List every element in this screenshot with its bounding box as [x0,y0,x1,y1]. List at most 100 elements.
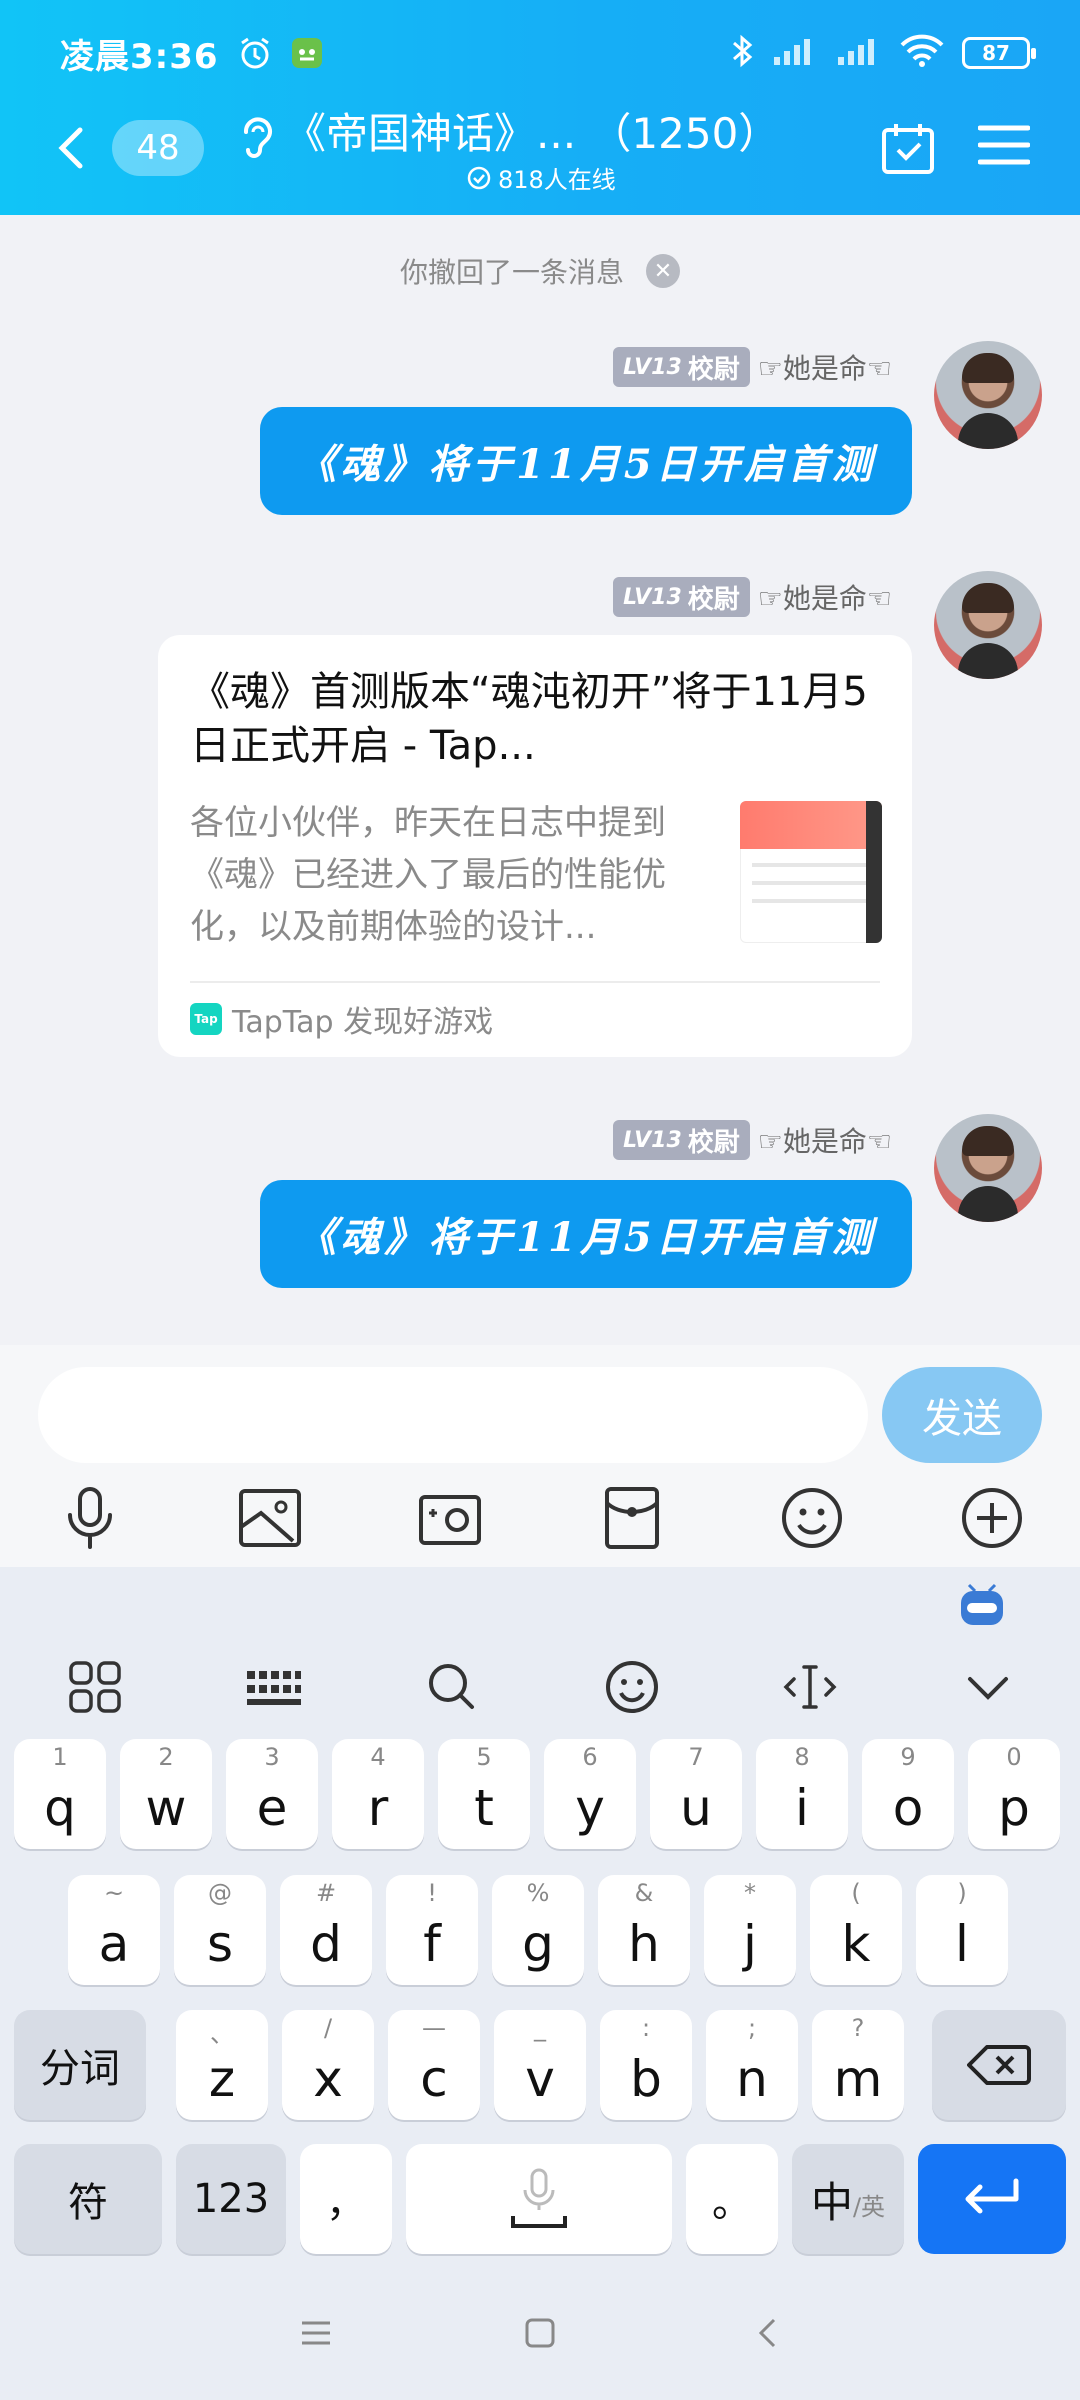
message-bubble[interactable]: 《魂》将于11月5日开启首测 [260,407,912,515]
key-v[interactable]: _ v [494,2010,586,2120]
sender-meta: LV13 校尉 ☞她是命☜ [613,347,892,387]
key-hint: 4 [370,1743,386,1771]
calendar-checkin-icon[interactable] [878,118,938,178]
avatar[interactable] [934,1114,1042,1222]
backspace-key[interactable] [932,2010,1066,2120]
unread-count-badge[interactable]: 48 [112,120,204,176]
key-p[interactable]: 0p [968,1739,1060,1849]
online-check-icon [467,166,491,189]
home-square-icon[interactable] [522,2315,558,2351]
key-hint: ! [427,1879,437,1907]
key-e[interactable]: 3e [226,1739,318,1849]
avatar[interactable] [934,571,1042,679]
key-m[interactable]: ? m [812,2010,904,2120]
input-bar: 发送 [0,1345,1080,1567]
key-n[interactable]: ; n [706,2010,798,2120]
key-g[interactable]: % g [492,1875,584,1985]
key-h[interactable]: & h [598,1875,690,1985]
apps-grid-icon[interactable] [65,1657,125,1717]
sender-nickname[interactable]: ☞她是命☜ [758,577,892,617]
key-hint: / [323,2014,333,2042]
key-z[interactable]: 、 z [176,2010,268,2120]
level-text: LV13 [623,584,682,610]
key-letter: y [575,1779,605,1837]
back-triangle-icon[interactable] [750,2315,786,2351]
menu-lines-icon[interactable] [298,2315,334,2351]
signal-2-icon [836,35,882,71]
sender-meta: LV13 校尉 ☞她是命☜ [613,1120,892,1160]
key-k[interactable]: (k [810,1875,902,1985]
input-toolbar [0,1483,1080,1557]
keyboard: 1q2w3e4r5t6y7u8i9o0p ~ a @ s # d! f% g & h * j(k) l … [0,1567,1080,2270]
key-y[interactable]: 6y [544,1739,636,1849]
link-card-description: 各位小伙伴，昨天在日志中提到《魂》已经进入了最后的性能优化，以及前期体验的设计.… [190,803,666,947]
sender-nickname[interactable]: ☞她是命☜ [758,1120,892,1160]
status-time: 凌晨3:36 [60,36,219,77]
key-hint: 7 [688,1743,704,1771]
key-c[interactable]: — c [388,2010,480,2120]
key-s[interactable]: @ s [174,1875,266,1985]
key-letter: f [423,1915,441,1973]
red-packet-icon[interactable] [597,1483,667,1553]
key-f[interactable]: ! f [386,1875,478,1985]
key-j[interactable]: * j [704,1875,796,1985]
key-i[interactable]: 8i [756,1739,848,1849]
keyboard-layout-icon[interactable] [243,1657,303,1717]
image-icon[interactable] [235,1483,305,1553]
key-d[interactable]: # d [280,1875,372,1985]
key-t[interactable]: 5t [438,1739,530,1849]
sender-nickname[interactable]: ☞她是命☜ [758,347,892,387]
signal-icon [772,35,818,71]
cursor-move-icon[interactable] [780,1657,840,1717]
key-letter: l [955,1915,969,1973]
key-b[interactable]: :b [600,2010,692,2120]
key-hint: : [641,2014,651,2042]
search-icon[interactable] [422,1657,482,1717]
emoji-icon[interactable] [777,1483,847,1553]
link-card-source-text: TapTap 发现好游戏 [232,1005,494,1040]
language-switch-key[interactable]: 中/英 [792,2144,904,2254]
camera-icon[interactable] [415,1483,485,1553]
microphone-icon[interactable] [55,1483,125,1553]
chevron-down-icon[interactable] [958,1657,1018,1717]
key-u[interactable]: 7u [650,1739,742,1849]
level-badge: LV13 校尉 [613,577,750,617]
key-letter: e [256,1779,288,1837]
message-item: LV13 校尉 ☞她是命☜ 《魂》将于11月5日开启首测 [0,1114,1080,1350]
system-nav-bar [0,2270,1080,2400]
key-letter: m [833,2050,883,2108]
emoji-keyboard-icon[interactable] [602,1657,662,1717]
back-button[interactable] [50,118,90,178]
ear-icon[interactable] [236,112,276,162]
message-input[interactable] [38,1367,868,1463]
key-q[interactable]: 1q [14,1739,106,1849]
symbol-key[interactable]: 符 [14,2144,162,2254]
key-a[interactable]: ~ a [68,1875,160,1985]
chat-area[interactable]: 你撤回了一条消息 ✕ LV13 校尉 ☞她是命☜ 《魂》将于11月5日开启首测 L… [0,215,1080,1345]
group-title[interactable]: 《帝国神话》... （1250） [284,100,780,161]
key-x[interactable]: / x [282,2010,374,2120]
lang-main-text: 中 [810,2177,853,2227]
segment-key[interactable]: 分词 [14,2010,146,2120]
key-l[interactable]: ) l [916,1875,1008,1985]
key-o[interactable]: 9o [862,1739,954,1849]
close-icon[interactable]: ✕ [646,254,680,288]
send-button[interactable]: 发送 [882,1367,1042,1463]
avatar[interactable] [934,341,1042,449]
key-hint: % [526,1879,550,1907]
link-card[interactable]: 《魂》首测版本“魂沌初开”将于11月5日正式开启 - Tap... 各位小伙伴，… [158,635,912,1057]
period-key[interactable]: 。 [686,2144,778,2254]
key-letter: x [313,2050,343,2108]
keyboard-mascot-icon[interactable] [955,1577,1009,1631]
comma-key[interactable]: ， [300,2144,392,2254]
key-letter: v [525,2050,555,2108]
menu-icon[interactable] [977,120,1031,170]
bluetooth-icon [730,33,754,73]
plus-icon[interactable] [957,1483,1027,1553]
space-key[interactable] [406,2144,672,2254]
key-w[interactable]: 2w [120,1739,212,1849]
message-bubble[interactable]: 《魂》将于11月5日开启首测 [260,1180,912,1288]
enter-key[interactable] [918,2144,1066,2254]
key-r[interactable]: 4r [332,1739,424,1849]
number-key[interactable]: 123 [176,2144,286,2254]
